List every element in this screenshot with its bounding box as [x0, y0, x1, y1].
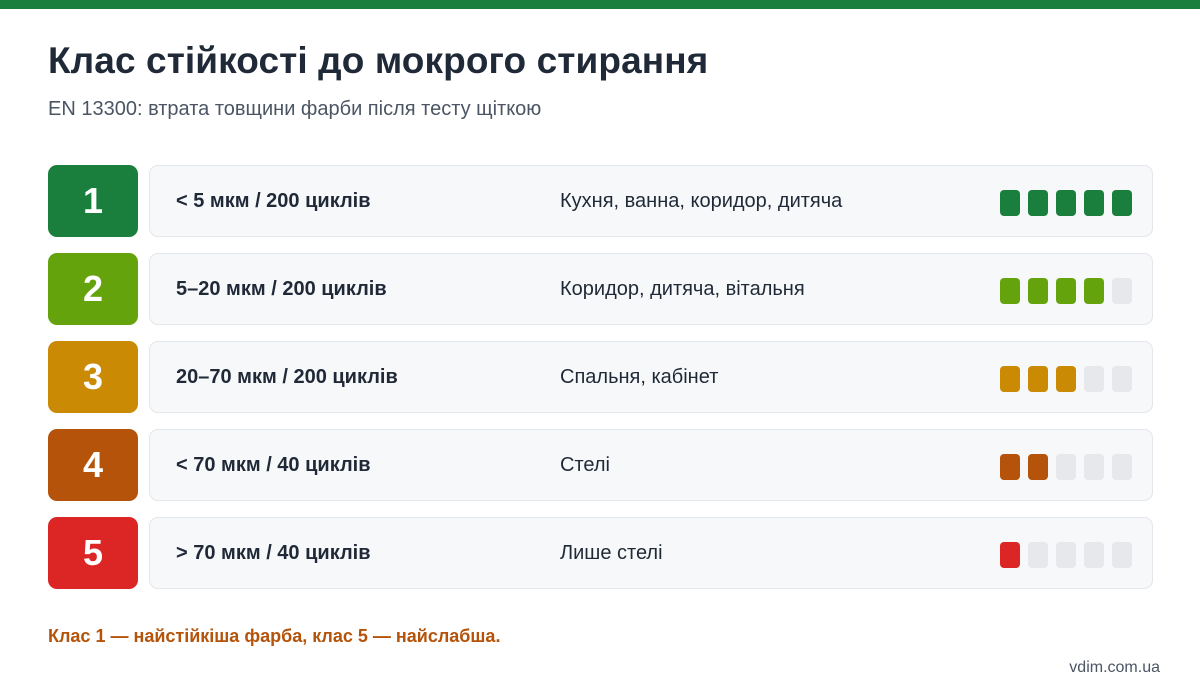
class-badge: 1 [48, 165, 138, 237]
footer-note: Клас 1 — найстійкіша фарба, клас 5 — най… [48, 626, 501, 646]
rating-block [1028, 190, 1048, 216]
rating-block [1112, 278, 1132, 304]
rating-blocks [1000, 190, 1132, 216]
rating-block [1084, 190, 1104, 216]
class-use: Коридор, дитяча, вітальня [560, 278, 805, 300]
class-use: Спальня, кабінет [560, 366, 719, 388]
page-subtitle: EN 13300: втрата товщини фарби після тес… [48, 98, 542, 120]
site-url: vdim.com.ua [1069, 659, 1160, 676]
class-badge: 5 [48, 517, 138, 589]
class-row-5: 5 > 70 мкм / 40 циклів Лише стелі [48, 517, 1153, 589]
class-metric: 20–70 мкм / 200 циклів [176, 366, 398, 388]
rating-block [1000, 454, 1020, 480]
rating-block [1112, 542, 1132, 568]
class-metric: 5–20 мкм / 200 циклів [176, 278, 387, 300]
class-badge: 4 [48, 429, 138, 501]
class-card: > 70 мкм / 40 циклів Лише стелі [149, 517, 1153, 589]
class-card: 20–70 мкм / 200 циклів Спальня, кабінет [149, 341, 1153, 413]
class-badge: 3 [48, 341, 138, 413]
rating-block [1028, 542, 1048, 568]
class-row-2: 2 5–20 мкм / 200 циклів Коридор, дитяча,… [48, 253, 1153, 325]
rating-block [1112, 190, 1132, 216]
class-metric: < 5 мкм / 200 циклів [176, 190, 371, 212]
class-card: 5–20 мкм / 200 циклів Коридор, дитяча, в… [149, 253, 1153, 325]
rating-block [1084, 278, 1104, 304]
top-accent-bar [0, 0, 1200, 9]
class-row-1: 1 < 5 мкм / 200 циклів Кухня, ванна, кор… [48, 165, 1153, 237]
class-metric: < 70 мкм / 40 циклів [176, 454, 371, 476]
rating-blocks [1000, 542, 1132, 568]
rating-blocks [1000, 454, 1132, 480]
rating-block [1084, 366, 1104, 392]
page-title: Клас стійкості до мокрого стирання [48, 40, 709, 81]
class-card: < 70 мкм / 40 циклів Стелі [149, 429, 1153, 501]
rating-block [1056, 366, 1076, 392]
class-metric: > 70 мкм / 40 циклів [176, 542, 371, 564]
rating-block [1056, 190, 1076, 216]
rating-block [1000, 190, 1020, 216]
class-use: Стелі [560, 454, 610, 476]
rating-block [1000, 542, 1020, 568]
rating-block [1000, 366, 1020, 392]
rating-block [1056, 454, 1076, 480]
rating-block [1028, 454, 1048, 480]
class-list: 1 < 5 мкм / 200 циклів Кухня, ванна, кор… [48, 165, 1153, 605]
class-badge: 2 [48, 253, 138, 325]
rating-block [1028, 366, 1048, 392]
rating-block [1112, 454, 1132, 480]
rating-blocks [1000, 278, 1132, 304]
rating-blocks [1000, 366, 1132, 392]
class-use: Кухня, ванна, коридор, дитяча [560, 190, 843, 212]
class-row-3: 3 20–70 мкм / 200 циклів Спальня, кабіне… [48, 341, 1153, 413]
rating-block [1084, 454, 1104, 480]
class-card: < 5 мкм / 200 циклів Кухня, ванна, корид… [149, 165, 1153, 237]
class-use: Лише стелі [560, 542, 663, 564]
rating-block [1084, 542, 1104, 568]
rating-block [1112, 366, 1132, 392]
rating-block [1028, 278, 1048, 304]
rating-block [1000, 278, 1020, 304]
rating-block [1056, 542, 1076, 568]
rating-block [1056, 278, 1076, 304]
class-row-4: 4 < 70 мкм / 40 циклів Стелі [48, 429, 1153, 501]
